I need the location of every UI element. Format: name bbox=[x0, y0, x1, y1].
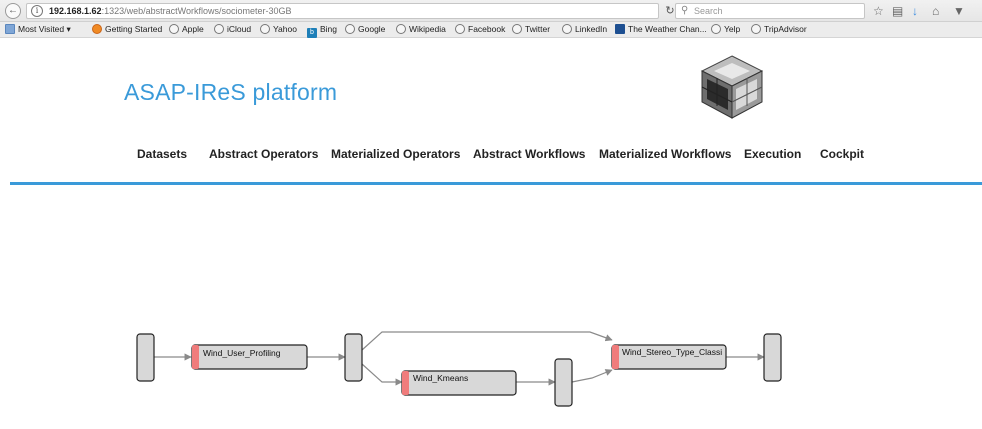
dataset-node-intermediate-1[interactable] bbox=[344, 333, 363, 382]
bookmark-getting-started[interactable]: Getting Started bbox=[92, 24, 162, 35]
operator-label: Wind_Stereo_Type_Classi bbox=[622, 347, 722, 357]
url-text[interactable]: 192.168.1.62:1323/web/abstractWorkflows/… bbox=[49, 6, 291, 16]
back-arrow-icon[interactable]: ← bbox=[5, 3, 21, 19]
operator-node-wind-stereo-type-classifier[interactable]: Wind_Stereo_Type_Classi bbox=[611, 344, 727, 370]
nav-materialized-operators[interactable]: Materialized Operators bbox=[331, 147, 460, 161]
dataset-node-intermediate-2[interactable] bbox=[554, 358, 573, 407]
nav-execution[interactable]: Execution bbox=[744, 147, 801, 161]
header-divider bbox=[10, 182, 982, 185]
edge-junction-to-classifier-2 bbox=[571, 369, 613, 383]
page-title: ASAP-IReS platform bbox=[124, 79, 338, 105]
browser-toolbar: ← i 192.168.1.62:1323/web/abstractWorkfl… bbox=[0, 0, 982, 22]
bing-icon: b bbox=[307, 28, 317, 38]
operator-marker bbox=[192, 345, 199, 369]
folder-icon bbox=[5, 24, 15, 34]
nav-abstract-operators[interactable]: Abstract Operators bbox=[209, 147, 318, 161]
dataset-node-input[interactable] bbox=[136, 333, 155, 382]
pocket-icon[interactable]: ▼ bbox=[953, 4, 965, 18]
globe-icon bbox=[751, 24, 761, 34]
operator-label: Wind_Kmeans bbox=[413, 373, 468, 383]
globe-icon bbox=[711, 24, 721, 34]
bookmark-linkedin[interactable]: LinkedIn bbox=[562, 24, 607, 35]
edge-junction-to-kmeans bbox=[361, 363, 403, 386]
dataset-node-output[interactable] bbox=[763, 333, 782, 382]
reading-list-icon[interactable]: ▤ bbox=[892, 4, 903, 18]
nav-abstract-workflows[interactable]: Abstract Workflows bbox=[473, 147, 585, 161]
bookmark-yahoo[interactable]: Yahoo bbox=[260, 24, 297, 35]
weather-icon bbox=[615, 24, 625, 34]
url-bar[interactable]: i 192.168.1.62:1323/web/abstractWorkflow… bbox=[26, 3, 659, 19]
bookmark-icloud[interactable]: iCloud bbox=[214, 24, 251, 35]
download-icon[interactable]: ↓ bbox=[912, 4, 918, 18]
bookmark-wikipedia[interactable]: Wikipedia bbox=[396, 24, 446, 35]
bookmark-bing[interactable]: b Bing bbox=[307, 24, 337, 38]
nav-cockpit[interactable]: Cockpit bbox=[820, 147, 864, 161]
bookmark-apple[interactable]: Apple bbox=[169, 24, 204, 35]
bookmark-twitter[interactable]: Twitter bbox=[512, 24, 550, 35]
edge-junction-to-classifier bbox=[361, 331, 613, 351]
bookmark-yelp[interactable]: Yelp bbox=[711, 24, 740, 35]
globe-icon bbox=[512, 24, 522, 34]
search-input[interactable]: ⚲ Search bbox=[675, 3, 865, 19]
globe-icon bbox=[455, 24, 465, 34]
bookmark-google[interactable]: Google bbox=[345, 24, 385, 35]
globe-icon bbox=[396, 24, 406, 34]
home-icon[interactable]: ⌂ bbox=[932, 4, 939, 18]
search-placeholder: Search bbox=[694, 6, 723, 16]
workflow-graph: Wind_User_Profiling Wind_Kmeans Wind_Ste… bbox=[136, 331, 782, 407]
search-icon: ⚲ bbox=[681, 5, 689, 16]
globe-icon bbox=[260, 24, 270, 34]
bookmark-tripadvisor[interactable]: TripAdvisor bbox=[751, 24, 807, 35]
info-icon[interactable]: i bbox=[31, 5, 43, 17]
bookmark-weather-channel[interactable]: The Weather Chan... bbox=[615, 24, 707, 35]
main-nav: Datasets Abstract Operators Materialized… bbox=[0, 147, 982, 165]
nav-datasets[interactable]: Datasets bbox=[137, 147, 187, 161]
nav-materialized-workflows[interactable]: Materialized Workflows bbox=[599, 147, 731, 161]
globe-icon bbox=[214, 24, 224, 34]
operator-label: Wind_User_Profiling bbox=[203, 348, 281, 358]
operator-node-wind-kmeans[interactable]: Wind_Kmeans bbox=[401, 370, 517, 396]
globe-icon bbox=[169, 24, 179, 34]
bookmark-most-visited[interactable]: Most Visited ▾ bbox=[5, 24, 71, 35]
bookmarks-bar: Most Visited ▾ Getting Started Apple iCl… bbox=[0, 22, 982, 38]
globe-icon bbox=[562, 24, 572, 34]
firefox-icon bbox=[92, 24, 102, 34]
cube-logo-icon bbox=[700, 55, 764, 119]
globe-icon bbox=[345, 24, 355, 34]
operator-marker bbox=[402, 371, 409, 395]
bookmark-facebook[interactable]: Facebook bbox=[455, 24, 505, 35]
operator-node-wind-user-profiling[interactable]: Wind_User_Profiling bbox=[191, 344, 308, 370]
bookmark-star-icon[interactable]: ☆ bbox=[873, 4, 884, 18]
operator-marker bbox=[612, 345, 619, 369]
